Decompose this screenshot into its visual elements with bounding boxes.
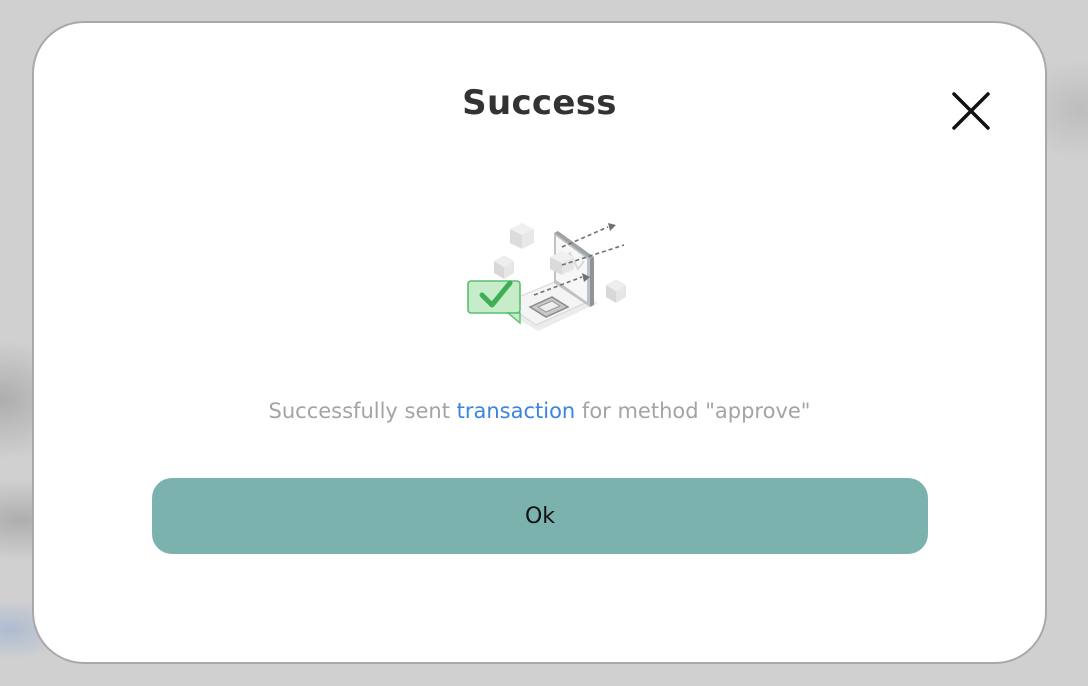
- close-button[interactable]: [950, 90, 992, 132]
- close-icon: [952, 92, 990, 130]
- message-prefix: Successfully sent: [268, 399, 457, 423]
- transaction-link[interactable]: transaction: [457, 399, 576, 423]
- status-message: Successfully sent transaction for method…: [34, 399, 1045, 423]
- dialog-title: Success: [462, 83, 617, 123]
- message-suffix: for method "approve": [575, 399, 811, 423]
- transaction-sent-illustration: [458, 199, 654, 337]
- ok-button[interactable]: Ok: [152, 478, 928, 554]
- success-dialog: Success Successfully sent transaction fo…: [32, 21, 1047, 664]
